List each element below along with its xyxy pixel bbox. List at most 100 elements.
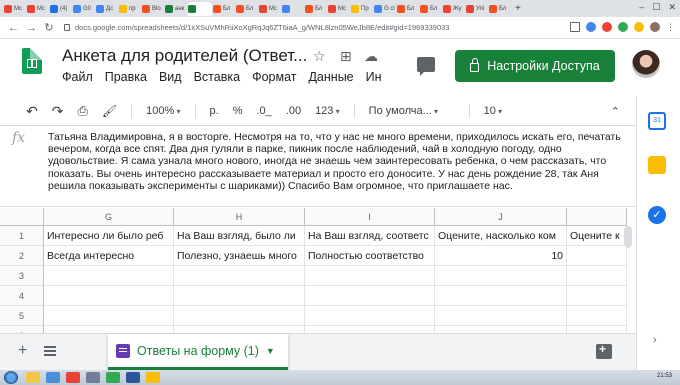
vertical-scrollbar[interactable]: [624, 226, 632, 248]
chevron-down-icon[interactable]: ▼: [266, 346, 275, 356]
table-cell[interactable]: [305, 326, 435, 333]
decrease-decimal-button[interactable]: .0_: [256, 105, 271, 117]
close-icon[interactable]: ✕: [668, 2, 676, 13]
menu-edit[interactable]: Правка: [105, 70, 147, 84]
star-icon[interactable]: ☆: [313, 48, 326, 65]
column-header[interactable]: J: [435, 208, 567, 226]
table-cell[interactable]: Интересно ли было реб: [44, 226, 174, 246]
browser-tab[interactable]: Бл: [489, 2, 511, 16]
browser-tab[interactable]: Blo: [142, 2, 164, 16]
sheet-tab-active[interactable]: Ответы на форму (1) ▼: [108, 334, 288, 370]
avatar[interactable]: [632, 50, 660, 78]
row-header[interactable]: 4: [0, 286, 44, 306]
more-menu-icon[interactable]: ⋮: [666, 22, 676, 32]
back-arrow-icon[interactable]: ←: [8, 22, 19, 34]
table-cell[interactable]: [174, 306, 305, 326]
row-header[interactable]: 2: [0, 246, 44, 266]
taskbar-app-icon[interactable]: [66, 372, 80, 383]
table-cell[interactable]: [435, 306, 567, 326]
table-cell[interactable]: Оцените к: [567, 226, 627, 246]
browser-tab[interactable]: Жу: [443, 2, 465, 16]
start-button[interactable]: [4, 371, 18, 384]
table-cell[interactable]: [44, 306, 174, 326]
browser-tab[interactable]: Бл: [420, 2, 442, 16]
browser-tab[interactable]: Бл: [236, 2, 258, 16]
column-header[interactable]: [567, 208, 627, 226]
table-cell[interactable]: Оцените, насколько ком: [435, 226, 567, 246]
column-header[interactable]: H: [174, 208, 305, 226]
browser-tab[interactable]: [282, 2, 304, 16]
reload-icon[interactable]: ↻: [44, 21, 54, 34]
menu-file[interactable]: Файл: [62, 70, 93, 84]
browser-tab[interactable]: (4): [50, 2, 72, 16]
taskbar-app-icon[interactable]: [126, 372, 140, 383]
formula-bar[interactable]: fx Татьяна Владимировна, я в восторге. Н…: [0, 125, 636, 207]
cloud-status-icon[interactable]: ☁: [364, 48, 378, 65]
table-cell[interactable]: [567, 246, 627, 266]
column-header[interactable]: I: [305, 208, 435, 226]
select-all-corner[interactable]: [0, 208, 44, 226]
collapse-chevron-icon[interactable]: ⌃: [611, 105, 620, 118]
table-cell[interactable]: [174, 286, 305, 306]
browser-tab[interactable]: [188, 1, 212, 16]
menu-tools[interactable]: Ин: [366, 70, 382, 84]
table-cell[interactable]: [44, 286, 174, 306]
url-field[interactable]: docs.google.com/spreadsheets/d/1xXSuVMhR…: [64, 23, 449, 32]
paint-format-icon[interactable]: 🖌: [102, 104, 117, 118]
table-cell[interactable]: [305, 286, 435, 306]
zoom-select[interactable]: 100%: [146, 105, 180, 117]
more-formats-select[interactable]: 123: [315, 105, 340, 117]
print-icon[interactable]: ⎙: [77, 103, 87, 119]
table-cell[interactable]: [435, 266, 567, 286]
increase-decimal-button[interactable]: .00: [286, 105, 301, 117]
row-header[interactable]: 5: [0, 306, 44, 326]
menu-format[interactable]: Формат: [252, 70, 296, 84]
add-sheet-button[interactable]: +: [18, 342, 27, 360]
maximize-icon[interactable]: ☐: [652, 2, 660, 13]
star-icon[interactable]: [570, 22, 580, 32]
taskbar-app-icon[interactable]: [46, 372, 60, 383]
formula-content[interactable]: Татьяна Владимировна, я в восторге. Несм…: [48, 131, 626, 192]
table-cell[interactable]: [305, 306, 435, 326]
document-title[interactable]: Анкета для родителей (Ответ...: [62, 46, 307, 66]
calendar-icon[interactable]: 31: [648, 112, 666, 130]
menu-data[interactable]: Данные: [308, 70, 353, 84]
browser-tab[interactable]: Mc: [27, 2, 49, 16]
menu-insert[interactable]: Вставка: [194, 70, 240, 84]
table-cell[interactable]: [567, 266, 627, 286]
browser-tab[interactable]: Mc: [4, 2, 26, 16]
table-cell[interactable]: [44, 266, 174, 286]
table-cell[interactable]: На Ваш взгляд, соответс: [305, 226, 435, 246]
table-cell[interactable]: [174, 266, 305, 286]
browser-tab[interactable]: G0: [73, 2, 95, 16]
table-cell[interactable]: [305, 266, 435, 286]
percent-format-button[interactable]: %: [233, 105, 243, 117]
extension-icon[interactable]: [618, 22, 628, 32]
font-size-select[interactable]: 10: [484, 105, 532, 117]
undo-icon[interactable]: ↶: [26, 103, 38, 120]
table-cell[interactable]: [567, 286, 627, 306]
row-header[interactable]: 1: [0, 226, 44, 246]
forward-arrow-icon[interactable]: →: [26, 22, 37, 34]
taskbar-app-icon[interactable]: [146, 372, 160, 383]
extension-icon[interactable]: [586, 22, 596, 32]
taskbar-app-icon[interactable]: [86, 372, 100, 383]
extension-icon[interactable]: [602, 22, 612, 32]
row-header[interactable]: 6: [0, 326, 44, 333]
currency-format-button[interactable]: р.: [210, 105, 219, 117]
table-cell[interactable]: Полностью соответство: [305, 246, 435, 266]
browser-tab[interactable]: Mc: [328, 2, 350, 16]
browser-tab[interactable]: Бл: [305, 2, 327, 16]
table-cell[interactable]: Всегда интересно: [44, 246, 174, 266]
table-cell[interactable]: [435, 286, 567, 306]
column-header[interactable]: G: [44, 208, 174, 226]
table-cell[interactable]: [567, 306, 627, 326]
font-family-select[interactable]: По умолча...: [369, 105, 455, 117]
menu-view[interactable]: Вид: [159, 70, 182, 84]
browser-tab[interactable]: G ci: [374, 2, 396, 16]
taskbar-app-icon[interactable]: [106, 372, 120, 383]
extension-icon[interactable]: [634, 22, 644, 32]
expand-panel-icon[interactable]: ›: [653, 334, 657, 346]
share-button[interactable]: Настройки Доступа: [455, 50, 615, 82]
table-cell[interactable]: [174, 326, 305, 333]
